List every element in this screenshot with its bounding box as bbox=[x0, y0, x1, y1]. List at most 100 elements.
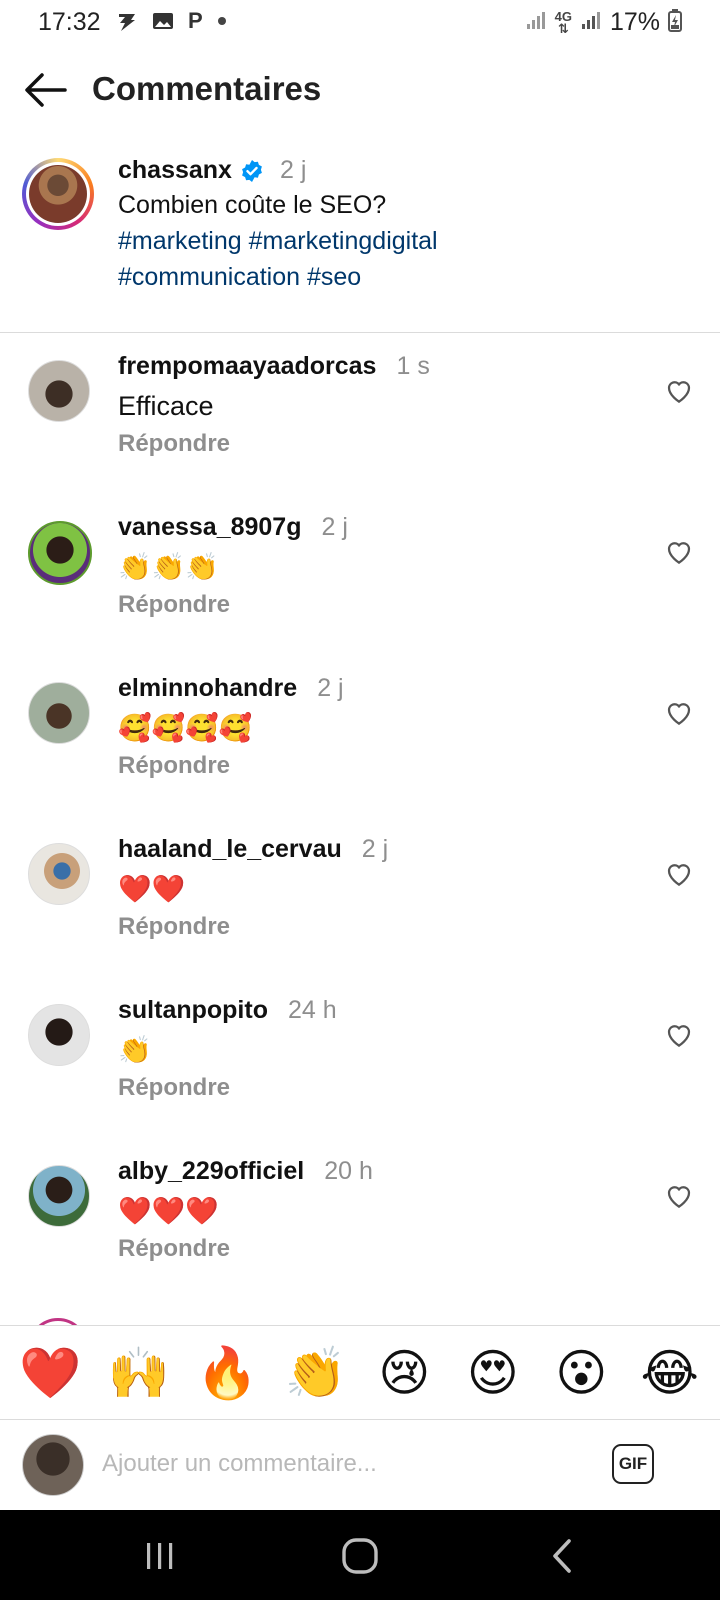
reply-button[interactable]: Répondre bbox=[118, 430, 638, 458]
heart-outline-icon[interactable] bbox=[664, 859, 694, 889]
signal-icon-2 bbox=[580, 9, 602, 36]
comment-username[interactable]: sultanpopito bbox=[118, 996, 268, 1025]
battery-percent: 17% bbox=[609, 8, 660, 36]
comment-username[interactable]: elminnohandre bbox=[118, 674, 297, 703]
comment-meta: sultanpopito 24 h bbox=[118, 996, 638, 1032]
battery-charging-icon bbox=[668, 8, 682, 37]
reply-button[interactable]: Répondre bbox=[118, 1074, 638, 1102]
comment-text: 👏 bbox=[118, 1035, 152, 1065]
post-meta: chassanx 2 j bbox=[118, 156, 678, 185]
comment-input[interactable] bbox=[100, 1440, 584, 1488]
system-indicators: 4G ⇅ 17% bbox=[525, 8, 682, 37]
recent-apps-button[interactable] bbox=[130, 1534, 190, 1578]
comment-item: alby_229officiel 20 h ❤️❤️❤️ Répondre bbox=[0, 1157, 720, 1318]
arrow-left-icon bbox=[25, 73, 67, 107]
comment-item: elminnohandre 2 j 🥰🥰🥰🥰 Répondre bbox=[0, 674, 720, 835]
status-bar: 17:32 P 4G ⇅ 17% bbox=[0, 0, 720, 46]
system-nav-bar bbox=[0, 1510, 720, 1600]
back-button[interactable] bbox=[20, 68, 70, 112]
heart-outline-icon[interactable] bbox=[664, 698, 694, 728]
emoji-crying-button[interactable]: 😢 bbox=[369, 1343, 439, 1403]
signal-icon bbox=[525, 9, 547, 36]
quick-emoji-bar: ❤️ 🙌 🔥 👏 😢 😍 😮 😂 bbox=[0, 1325, 720, 1420]
comment-body: elminnohandre 2 j 🥰🥰🥰🥰 Répondre bbox=[118, 674, 638, 780]
post-caption: chassanx 2 j Combien coûte le SEO? #mark… bbox=[0, 150, 720, 330]
heart-outline-icon[interactable] bbox=[664, 1181, 694, 1211]
comment-meta: alby_229officiel 20 h bbox=[118, 1157, 638, 1193]
avatar[interactable] bbox=[28, 1165, 90, 1227]
avatar-image bbox=[29, 165, 87, 223]
reply-button[interactable]: Répondre bbox=[118, 752, 638, 780]
system-back-button[interactable] bbox=[532, 1534, 592, 1578]
emoji-surprised-button[interactable]: 😮 bbox=[546, 1343, 616, 1403]
p-app-icon: P bbox=[188, 8, 203, 33]
post-hashtags-line-1[interactable]: #marketing #marketingdigital bbox=[118, 223, 678, 259]
emoji-clap-button[interactable]: 👏 bbox=[281, 1343, 351, 1403]
emoji-heart-button[interactable]: ❤️ bbox=[15, 1343, 85, 1403]
avatar[interactable] bbox=[28, 1004, 90, 1066]
gallery-icon bbox=[152, 8, 174, 34]
recent-apps-icon bbox=[147, 1543, 173, 1569]
divider bbox=[0, 332, 720, 333]
reply-button[interactable]: Répondre bbox=[118, 1235, 638, 1263]
reply-button[interactable]: Répondre bbox=[118, 913, 638, 941]
comment-item: vanessa_8907g 2 j 👏👏👏 Répondre bbox=[0, 513, 720, 674]
home-icon bbox=[342, 1538, 378, 1574]
comment-meta: elminnohandre 2 j bbox=[118, 674, 638, 710]
comment-time: 24 h bbox=[287, 996, 337, 1024]
emoji-fire-button[interactable]: 🔥 bbox=[192, 1343, 262, 1403]
avatar[interactable] bbox=[28, 360, 90, 422]
comment-time: 20 h bbox=[324, 1157, 373, 1185]
current-user-avatar bbox=[22, 1434, 84, 1496]
post-body: chassanx 2 j Combien coûte le SEO? #mark… bbox=[118, 156, 678, 295]
heart-outline-icon[interactable] bbox=[664, 376, 694, 406]
network-4g-icon: 4G ⇅ bbox=[554, 8, 572, 36]
comment-username[interactable]: frempomaayaadorcas bbox=[118, 352, 376, 381]
comment-meta: haaland_le_cervau 2 j bbox=[118, 835, 638, 871]
comment-meta: vanessa_8907g 2 j bbox=[118, 513, 638, 549]
comment-time: 1 s bbox=[396, 352, 430, 380]
avatar[interactable] bbox=[28, 521, 92, 585]
heart-outline-icon[interactable] bbox=[664, 1020, 694, 1050]
header: Commentaires bbox=[0, 56, 720, 126]
comment-item: sultanpopito 24 h 👏 Répondre bbox=[0, 996, 720, 1157]
comment-username[interactable]: haaland_le_cervau bbox=[118, 835, 342, 864]
comment-text: 👏👏👏 bbox=[118, 552, 219, 582]
more-notifications-dot-icon bbox=[217, 8, 227, 34]
avatar-border bbox=[26, 162, 90, 226]
comment-body: haaland_le_cervau 2 j ❤️❤️ Répondre bbox=[118, 835, 638, 941]
notification-icons: P bbox=[116, 8, 227, 34]
comment-text: Efficace bbox=[118, 391, 214, 421]
transfer-icon bbox=[116, 8, 138, 34]
comment-item: frempomaayaadorcas 1 s Efficace Répondre bbox=[0, 352, 720, 513]
comment-username[interactable]: vanessa_8907g bbox=[118, 513, 301, 542]
reply-button[interactable]: Répondre bbox=[118, 591, 638, 619]
comment-time: 2 j bbox=[317, 674, 344, 702]
avatar[interactable] bbox=[28, 682, 90, 744]
verified-badge-icon bbox=[242, 159, 262, 182]
comments-list: frempomaayaadorcas 1 s Efficace Répondre… bbox=[0, 352, 720, 1318]
emoji-raised-hands-button[interactable]: 🙌 bbox=[104, 1343, 174, 1403]
comment-text: ❤️❤️ bbox=[118, 874, 186, 904]
post-author-avatar[interactable] bbox=[22, 158, 94, 230]
home-button[interactable] bbox=[330, 1534, 390, 1578]
post-text: Combien coûte le SEO? bbox=[118, 191, 387, 219]
comment-composer: GIF bbox=[0, 1420, 720, 1510]
post-username[interactable]: chassanx bbox=[118, 156, 232, 185]
emoji-laughing-button[interactable]: 😂 bbox=[635, 1343, 705, 1403]
post-time: 2 j bbox=[279, 156, 307, 184]
post-hashtags-line-2[interactable]: #communication #seo bbox=[118, 259, 678, 295]
page-title: Commentaires bbox=[92, 70, 322, 107]
heart-outline-icon[interactable] bbox=[664, 537, 694, 567]
network-label: 4G bbox=[554, 8, 572, 24]
gif-button[interactable]: GIF bbox=[612, 1444, 654, 1484]
avatar[interactable] bbox=[28, 843, 90, 905]
status-time: 17:32 bbox=[38, 8, 101, 36]
comment-item: haaland_le_cervau 2 j ❤️❤️ Répondre bbox=[0, 835, 720, 996]
comment-body: frempomaayaadorcas 1 s Efficace Répondre bbox=[118, 352, 638, 458]
comment-text: ❤️❤️❤️ bbox=[118, 1196, 219, 1226]
comment-username[interactable]: alby_229officiel bbox=[118, 1157, 304, 1186]
comment-body: alby_229officiel 20 h ❤️❤️❤️ Répondre bbox=[118, 1157, 638, 1263]
comment-time: 2 j bbox=[321, 513, 348, 541]
emoji-heart-eyes-button[interactable]: 😍 bbox=[458, 1343, 528, 1403]
